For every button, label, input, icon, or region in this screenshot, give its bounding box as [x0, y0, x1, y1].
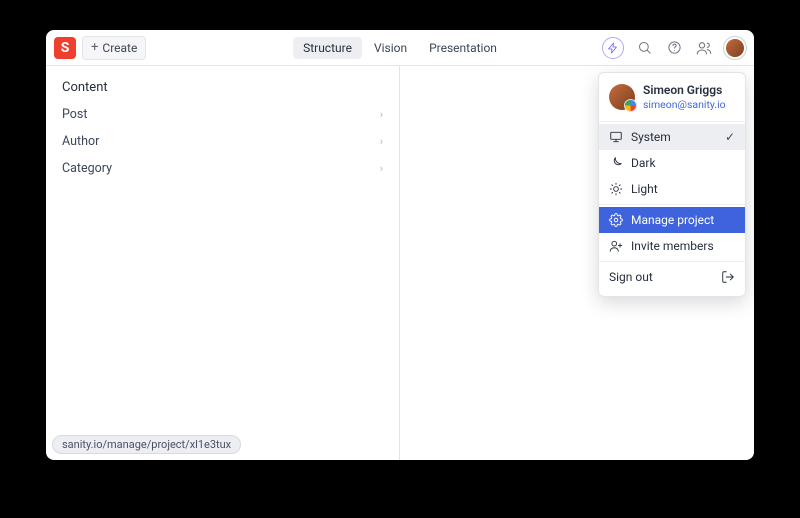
users-icon	[609, 239, 623, 253]
list-label: Category	[62, 161, 112, 176]
appearance-light[interactable]: Light	[599, 176, 745, 202]
presence-icon[interactable]	[694, 38, 714, 58]
monitor-icon	[609, 130, 623, 144]
tab-vision[interactable]: Vision	[364, 37, 417, 59]
user-name: Simeon Griggs	[643, 83, 726, 98]
list-item-category[interactable]: Category ›	[46, 155, 399, 182]
sign-out[interactable]: Sign out	[599, 264, 745, 290]
appearance-dark[interactable]: Dark	[599, 150, 745, 176]
menu-label: System	[631, 130, 671, 144]
menu-label: Manage project	[631, 213, 714, 227]
plus-icon: +	[91, 40, 98, 55]
user-menu-dropdown: Simeon Griggs simeon@sanity.io System ✓ …	[598, 72, 746, 297]
topbar-right	[602, 37, 746, 59]
panel-title: Content	[46, 80, 399, 101]
gear-icon	[609, 213, 623, 227]
list-label: Post	[62, 107, 87, 122]
user-avatar[interactable]	[724, 37, 746, 59]
list-label: Author	[62, 134, 99, 149]
app-logo[interactable]: S	[54, 37, 76, 59]
create-label: Create	[102, 41, 137, 55]
status-url: sanity.io/manage/project/xl1e3tux	[52, 435, 241, 454]
check-icon: ✓	[725, 130, 735, 144]
logo-letter: S	[61, 40, 70, 56]
workspace-tabs: Structure Vision Presentation	[293, 37, 507, 59]
menu-separator	[599, 261, 745, 262]
content-panel: Content Post › Author › Category ›	[46, 66, 400, 460]
create-button[interactable]: + Create	[82, 36, 146, 60]
user-info: Simeon Griggs simeon@sanity.io	[599, 79, 745, 119]
invite-members[interactable]: Invite members	[599, 233, 745, 259]
tab-label: Structure	[303, 41, 352, 55]
moon-icon	[609, 156, 623, 170]
menu-label: Invite members	[631, 239, 714, 253]
search-icon[interactable]	[634, 38, 654, 58]
tab-label: Presentation	[429, 41, 497, 55]
sun-icon	[609, 182, 623, 196]
manage-project[interactable]: Manage project	[599, 207, 745, 233]
tab-presentation[interactable]: Presentation	[419, 37, 507, 59]
menu-separator	[599, 204, 745, 205]
menu-label: Sign out	[609, 270, 653, 284]
appearance-system[interactable]: System ✓	[599, 124, 745, 150]
tasks-icon[interactable]	[602, 37, 624, 59]
menu-separator	[599, 121, 745, 122]
list-item-author[interactable]: Author ›	[46, 128, 399, 155]
app-window: S + Create Structure Vision Presentation	[46, 30, 754, 460]
tab-structure[interactable]: Structure	[293, 37, 362, 59]
chevron-right-icon: ›	[380, 108, 383, 121]
help-icon[interactable]	[664, 38, 684, 58]
sign-out-icon	[721, 270, 735, 284]
user-email: simeon@sanity.io	[643, 98, 726, 111]
menu-label: Dark	[631, 156, 656, 170]
chevron-right-icon: ›	[380, 135, 383, 148]
top-bar: S + Create Structure Vision Presentation	[46, 30, 754, 66]
chevron-right-icon: ›	[380, 162, 383, 175]
list-item-post[interactable]: Post ›	[46, 101, 399, 128]
user-avatar-large	[609, 84, 635, 110]
tab-label: Vision	[374, 41, 407, 55]
menu-label: Light	[631, 182, 658, 196]
